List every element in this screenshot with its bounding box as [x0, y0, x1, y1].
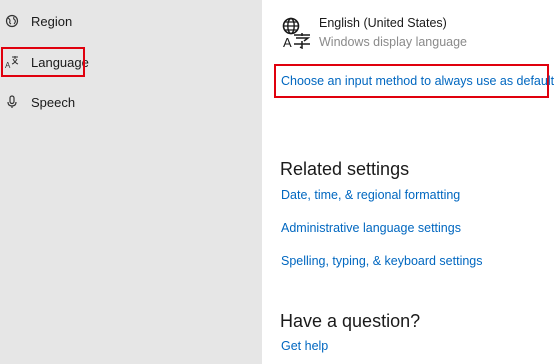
sidebar-item-speech[interactable]: Speech: [0, 87, 262, 117]
get-help-link[interactable]: Get help: [281, 339, 328, 353]
main-content: A English (United States) Windows displa…: [262, 0, 554, 364]
related-settings-title: Related settings: [280, 159, 410, 179]
svg-text:A: A: [283, 35, 292, 49]
settings-window: Region A Language Speech A English (Unit…: [0, 0, 554, 364]
region-globe-icon: [5, 14, 19, 28]
language-glyph-icon: A: [282, 17, 312, 50]
input-method-link[interactable]: Choose an input method to always use as …: [281, 74, 554, 88]
date-time-regional-link[interactable]: Date, time, & regional formatting: [281, 188, 460, 202]
microphone-icon: [5, 95, 19, 109]
sidebar-item-region[interactable]: Region: [0, 6, 262, 36]
sidebar-item-label: Speech: [31, 94, 76, 110]
sidebar: Region A Language Speech: [0, 0, 262, 364]
spelling-typing-keyboard-link[interactable]: Spelling, typing, & keyboard settings: [281, 254, 483, 268]
highlight-box-language: [1, 47, 85, 77]
language-subtitle: Windows display language: [319, 35, 468, 49]
question-title: Have a question?: [280, 311, 421, 331]
language-name: English (United States): [319, 16, 447, 30]
administrative-language-link[interactable]: Administrative language settings: [281, 221, 461, 235]
sidebar-item-label: Region: [31, 13, 73, 29]
